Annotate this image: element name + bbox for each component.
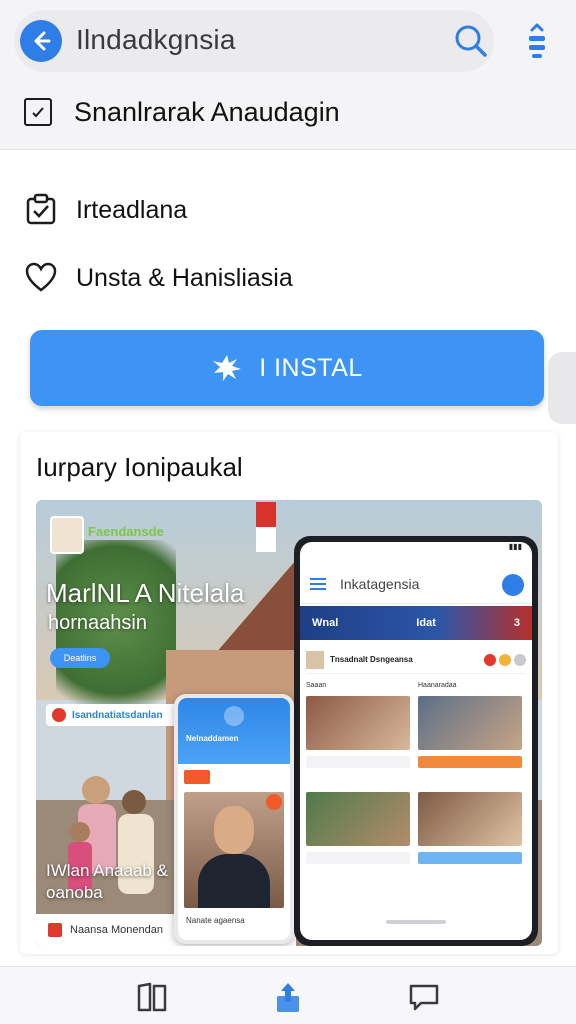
feed-caption (306, 778, 410, 792)
back-button[interactable] (20, 20, 62, 62)
hero-bottom-line: oanoba (46, 883, 103, 902)
notification-badge-icon (266, 794, 282, 810)
feed-card (306, 778, 410, 864)
reaction-icons (484, 653, 526, 666)
feed-caption (418, 778, 522, 792)
flag-graphic (256, 502, 276, 552)
nav-share-button[interactable] (268, 979, 308, 1015)
feed-image (306, 792, 410, 846)
nav-book-button[interactable] (132, 979, 172, 1015)
feed-meta (306, 852, 410, 864)
status-bar: ▮▮▮ (508, 542, 522, 551)
portrait-body (198, 854, 270, 908)
hero-banner-label: Isandnatiatsdanlan (72, 709, 163, 721)
app-logo-icon (224, 706, 244, 726)
phone-screen: Nelnaddamen Nanate agaensa (178, 698, 290, 940)
feed-meta (418, 756, 522, 768)
search-icon (455, 25, 487, 57)
menu-item-unsta[interactable]: Unsta & Hanisliasia (24, 258, 293, 298)
bottom-nav (0, 966, 576, 1024)
heart-icon (24, 261, 58, 295)
reaction-icon (499, 653, 511, 666)
install-button[interactable]: I INSTAL (30, 330, 544, 406)
share-upload-icon (277, 983, 299, 1012)
app-preview-image[interactable]: Faendansde MarlNL A Nitelala hornaahsin … (36, 500, 542, 946)
document-check-icon (24, 98, 52, 126)
feed-card: Saaan (306, 682, 410, 768)
feed-card (418, 778, 522, 864)
share-more-button[interactable] (520, 22, 554, 60)
hero-footer-label: Naansa Monendan (70, 924, 163, 936)
hero-headline: MarlNL A Nitelala (46, 578, 245, 608)
feed-grid: Saaan Haanaradaa (306, 682, 526, 864)
feed-image (306, 696, 410, 750)
hero-chip: Deatlins (50, 648, 110, 668)
search-button[interactable] (452, 22, 490, 60)
menu-item-label: Irteadlana (76, 195, 188, 224)
chat-bubble-icon (409, 984, 439, 1011)
feed-caption: Haanaradaa (418, 682, 457, 689)
menu-item-irteadlana[interactable]: Irteadlana (24, 190, 187, 230)
clipboard-check-icon (24, 193, 58, 227)
reaction-icon (514, 653, 526, 666)
tag-badge (184, 770, 210, 784)
alert-dot-icon (52, 708, 66, 722)
feed-card: Haanaradaa (418, 682, 522, 768)
small-caption: Nanate agaensa (186, 916, 245, 925)
feed-meta (306, 756, 410, 768)
nav-right: Idat (416, 617, 436, 629)
feed-image (418, 696, 522, 750)
preview-card: Iurpary Ionipaukal Faendansde MarlNL A N… (20, 432, 558, 954)
phone-mockup-small: Nelnaddamen Nanate agaensa (174, 694, 294, 944)
small-app-label: Nelnaddamen (186, 734, 239, 743)
menu-item-label: Unsta & Hanisliasia (76, 263, 293, 292)
phone-mockup-large: ▮▮▮ Inkatagensia Wnal Idat 3 Tnsadnalt D… (294, 536, 538, 946)
sparkle-icon (213, 355, 242, 381)
book-icon (137, 982, 167, 1012)
portrait-face (214, 806, 254, 854)
app-header: Inkatagensia (300, 564, 532, 604)
hamburger-menu-icon (310, 577, 326, 590)
top-bar: Ilndadkgnsia Snanlrarak Anaudagin (0, 0, 576, 150)
feed-user-row: Tnsadnalt Dsngeansa (306, 646, 526, 674)
avatar (306, 650, 324, 669)
small-app-header: Nelnaddamen (178, 698, 290, 764)
nav-chat-button[interactable] (404, 979, 444, 1015)
card-title: Iurpary Ionipaukal (36, 452, 243, 482)
hero-bottom-text: IWlan Anaaab & oanoba (46, 860, 168, 904)
nav-count: 3 (513, 617, 520, 629)
hero-brand: Faendansde (88, 524, 164, 539)
profile-badge-icon (502, 574, 524, 596)
feed-user-name: Tnsadnalt Dsngeansa (330, 655, 413, 664)
reaction-icon (484, 653, 496, 666)
subtitle-label: Snanlrarak Anaudagin (74, 96, 340, 127)
page-title: Ilndadkgnsia (76, 24, 236, 55)
feed-caption: Saaan (306, 682, 327, 689)
side-handle[interactable] (548, 352, 576, 424)
hero-avatar (50, 516, 84, 554)
app-name: Inkatagensia (340, 575, 420, 592)
feed-meta (418, 852, 522, 864)
subtitle-row[interactable]: Snanlrarak Anaudagin (24, 94, 340, 130)
app-nav-bar: Wnal Idat 3 (300, 606, 532, 640)
emblem-icon (48, 923, 62, 937)
hero-bottom-line: IWlan Anaaab & (46, 861, 168, 880)
portrait-photo (184, 792, 284, 908)
phone-screen: ▮▮▮ Inkatagensia Wnal Idat 3 Tnsadnalt D… (300, 542, 532, 940)
nav-left: Wnal (312, 617, 339, 629)
install-button-label: I INSTAL (259, 353, 363, 382)
feed-image (418, 792, 522, 846)
hero-subheadline: hornaahsin (48, 612, 147, 634)
home-indicator (386, 920, 446, 924)
app-screen: Ilndadkgnsia Snanlrarak Anaudagin Irtead… (0, 0, 576, 1024)
share-more-icon (529, 23, 545, 58)
back-arrow-icon (34, 31, 51, 51)
news-feed: Tnsadnalt Dsngeansa Saaan Haanaradaa (306, 646, 526, 864)
